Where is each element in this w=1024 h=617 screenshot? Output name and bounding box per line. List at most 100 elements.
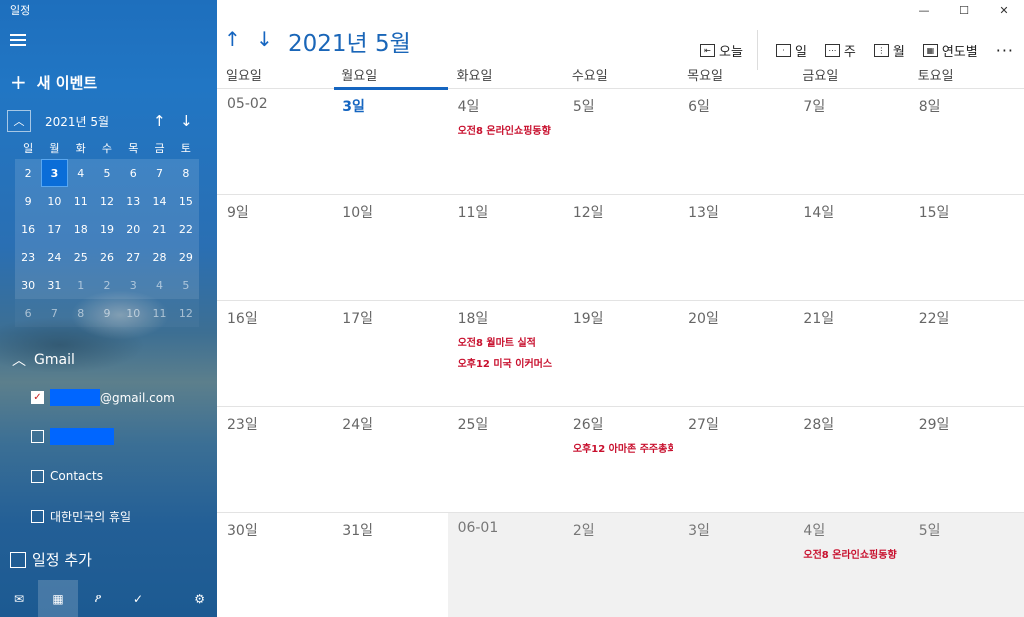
mini-day[interactable]: 17 bbox=[41, 215, 67, 243]
mini-day[interactable]: 6 bbox=[120, 159, 146, 187]
calendar-toggle-holidays[interactable]: 대한민국의 휴일 bbox=[31, 508, 131, 525]
day-cell[interactable]: 3일 bbox=[678, 513, 794, 617]
people-icon[interactable]: ዖ bbox=[78, 580, 118, 617]
calendar-toggle-contacts[interactable]: Contacts bbox=[31, 469, 103, 483]
checkbox-icon[interactable] bbox=[31, 430, 44, 443]
mini-day[interactable]: 9 bbox=[15, 187, 41, 215]
calendar-toggle-second[interactable] bbox=[31, 428, 114, 445]
day-cell[interactable]: 26일 오후12 아마존 주주총회 bbox=[563, 407, 678, 512]
calendar-icon[interactable]: ▦ bbox=[38, 580, 78, 617]
collapse-chevron-up-icon[interactable]: ︿ bbox=[7, 110, 31, 132]
mini-day[interactable]: 15 bbox=[173, 187, 199, 215]
day-cell[interactable]: 27일 bbox=[678, 407, 793, 512]
mini-day[interactable]: 31 bbox=[41, 271, 67, 299]
day-cell[interactable]: 28일 bbox=[793, 407, 908, 512]
mini-day-other-month[interactable]: 5 bbox=[173, 271, 199, 299]
day-cell[interactable]: 22일 bbox=[909, 301, 1024, 406]
day-cell[interactable]: 16일 bbox=[217, 301, 332, 406]
day-cell[interactable]: 18일 오전8 월마트 실적 오후12 미국 이커머스 bbox=[448, 301, 563, 406]
mini-day-other-month[interactable]: 7 bbox=[41, 299, 67, 327]
day-cell[interactable]: 15일 bbox=[909, 195, 1024, 300]
day-cell[interactable]: 25일 bbox=[448, 407, 563, 512]
day-cell[interactable]: 06-01 bbox=[447, 513, 563, 617]
next-arrow-down-icon[interactable]: ↓ bbox=[256, 27, 273, 51]
mini-day[interactable]: 24 bbox=[41, 243, 67, 271]
mail-icon[interactable]: ✉ bbox=[0, 580, 38, 617]
day-view-button[interactable]: · 일 bbox=[775, 41, 807, 60]
mini-day[interactable]: 13 bbox=[120, 187, 146, 215]
add-calendar-button[interactable]: 일정 추가 bbox=[10, 549, 92, 570]
day-cell[interactable]: 29일 bbox=[909, 407, 1024, 512]
month-title[interactable]: 2021년 5월 bbox=[288, 24, 411, 58]
mini-day-other-month[interactable]: 11 bbox=[146, 299, 172, 327]
mini-day-other-month[interactable]: 1 bbox=[68, 271, 94, 299]
day-cell[interactable]: 20일 bbox=[678, 301, 793, 406]
settings-icon[interactable]: ⚙ bbox=[158, 580, 217, 617]
mini-day-other-month[interactable]: 9 bbox=[94, 299, 120, 327]
day-cell[interactable]: 6일 bbox=[678, 89, 793, 194]
day-cell[interactable]: 13일 bbox=[678, 195, 793, 300]
day-cell[interactable]: 4일 오전8 온라인쇼핑동향 bbox=[448, 89, 563, 194]
day-cell[interactable]: 21일 bbox=[793, 301, 908, 406]
day-cell[interactable]: 10일 bbox=[332, 195, 447, 300]
mini-calendar-title[interactable]: 2021년 5월 bbox=[45, 113, 109, 130]
week-view-button[interactable]: ⋯ 주 bbox=[824, 41, 856, 60]
mini-day[interactable]: 25 bbox=[68, 243, 94, 271]
year-view-button[interactable]: ▦ 연도별 bbox=[922, 41, 978, 60]
close-icon[interactable]: ✕ bbox=[984, 0, 1024, 20]
day-cell[interactable]: 12일 bbox=[563, 195, 678, 300]
mini-day-other-month[interactable]: 6 bbox=[15, 299, 41, 327]
day-cell[interactable]: 31일 bbox=[332, 513, 447, 617]
mini-day[interactable]: 22 bbox=[173, 215, 199, 243]
day-cell[interactable]: 14일 bbox=[793, 195, 908, 300]
day-cell[interactable]: 30일 bbox=[217, 513, 332, 617]
event-item[interactable]: 오후12 미국 이커머스 bbox=[458, 355, 558, 370]
mini-day[interactable]: 19 bbox=[94, 215, 120, 243]
mini-day[interactable]: 5 bbox=[94, 159, 120, 187]
new-event-button[interactable]: + 새 이벤트 bbox=[10, 70, 97, 94]
event-item[interactable]: 오후12 아마존 주주총회 bbox=[573, 440, 673, 455]
mini-day[interactable]: 16 bbox=[15, 215, 41, 243]
mini-day[interactable]: 20 bbox=[120, 215, 146, 243]
mini-day[interactable]: 30 bbox=[15, 271, 41, 299]
account-group-gmail[interactable]: ︿ Gmail bbox=[12, 350, 75, 370]
mini-day-other-month[interactable]: 3 bbox=[120, 271, 146, 299]
mini-day[interactable]: 8 bbox=[173, 159, 199, 187]
previous-arrow-up-icon[interactable]: ↑ bbox=[224, 27, 241, 51]
mini-day-today[interactable]: 3 bbox=[41, 159, 68, 187]
mini-day[interactable]: 2 bbox=[15, 159, 41, 187]
mini-day[interactable]: 23 bbox=[15, 243, 41, 271]
checkbox-checked-icon[interactable]: ✓ bbox=[31, 391, 44, 404]
calendar-toggle-gmail[interactable]: ✓ @gmail.com bbox=[31, 389, 175, 406]
today-button[interactable]: ⇤ 오늘 bbox=[700, 41, 743, 60]
day-cell[interactable]: 19일 bbox=[563, 301, 678, 406]
minimize-icon[interactable]: — bbox=[904, 0, 944, 20]
mini-day[interactable]: 10 bbox=[41, 187, 67, 215]
more-options-icon[interactable]: ··· bbox=[996, 41, 1014, 60]
mini-day[interactable]: 27 bbox=[120, 243, 146, 271]
mini-day[interactable]: 28 bbox=[146, 243, 172, 271]
mini-day[interactable]: 29 bbox=[173, 243, 199, 271]
mini-day[interactable]: 14 bbox=[146, 187, 172, 215]
hamburger-menu-icon[interactable] bbox=[10, 34, 26, 48]
month-view-button[interactable]: ⋮ 월 bbox=[873, 41, 905, 60]
mini-day-other-month[interactable]: 10 bbox=[120, 299, 146, 327]
day-cell[interactable]: 23일 bbox=[217, 407, 332, 512]
day-cell[interactable]: 11일 bbox=[448, 195, 563, 300]
event-item[interactable]: 오전8 온라인쇼핑동향 bbox=[803, 546, 903, 561]
maximize-icon[interactable]: ☐ bbox=[944, 0, 984, 20]
day-cell[interactable]: 05-02 bbox=[217, 89, 332, 194]
day-cell[interactable]: 9일 bbox=[217, 195, 332, 300]
day-cell[interactable]: 4일 오전8 온라인쇼핑동향 bbox=[793, 513, 909, 617]
day-cell[interactable]: 2일 bbox=[562, 513, 679, 617]
mini-prev-arrow-up-icon[interactable]: ↑ bbox=[153, 112, 166, 130]
checkbox-icon[interactable] bbox=[31, 469, 44, 483]
mini-day[interactable]: 21 bbox=[146, 215, 172, 243]
day-cell[interactable]: 17일 bbox=[332, 301, 447, 406]
day-cell-today[interactable]: 3일 bbox=[332, 89, 447, 194]
day-cell[interactable]: 24일 bbox=[332, 407, 447, 512]
mini-day-other-month[interactable]: 12 bbox=[173, 299, 199, 327]
day-cell[interactable]: 7일 bbox=[793, 89, 908, 194]
checkbox-icon[interactable] bbox=[31, 510, 44, 523]
event-item[interactable]: 오전8 온라인쇼핑동향 bbox=[458, 122, 558, 137]
